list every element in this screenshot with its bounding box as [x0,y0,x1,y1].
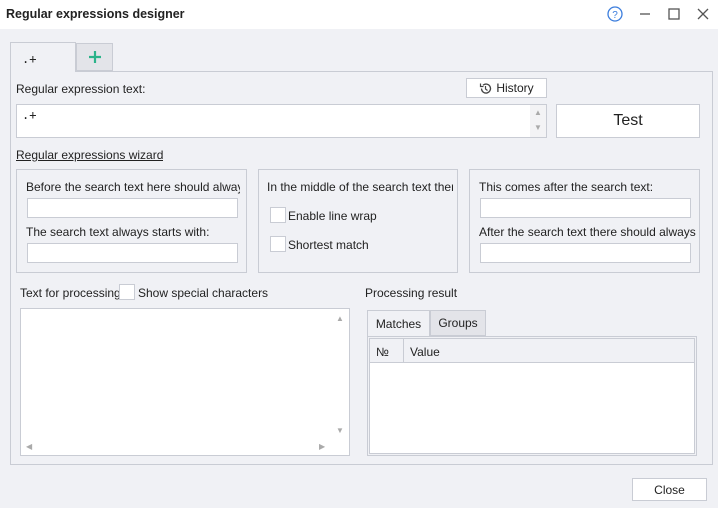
scroll-left-icon[interactable]: ◀ [26,442,32,451]
column-header-number[interactable]: № [370,339,404,362]
special-chars-label: Show special characters [138,286,269,300]
before-group: Before the search text here should alway… [16,169,247,273]
history-icon [480,82,492,94]
line-wrap-checkbox[interactable] [270,207,286,223]
before-input[interactable] [27,198,238,218]
starts-with-label: The search text always starts with: [26,225,210,239]
tab-matches-label: Matches [375,317,422,331]
regex-input[interactable]: .+ ▲ ▼ [16,104,547,138]
before-label: Before the search text here should alway… [26,180,240,194]
starts-with-input[interactable] [27,243,238,263]
tab-groups[interactable]: Groups [430,310,486,336]
line-wrap-label: Enable line wrap [288,209,377,223]
scroll-right-icon[interactable]: ▶ [319,442,325,451]
processing-textarea[interactable]: ▲ ▼ ◀ ▶ [20,308,350,456]
window-title: Regular expressions designer [6,7,185,21]
middle-label: In the middle of the search text there [267,180,453,194]
after-always-label: After the search text there should alway… [479,225,697,239]
close-icon[interactable] [692,4,714,24]
scroll-up-icon[interactable]: ▲ [336,314,344,323]
add-tab-button[interactable] [76,43,113,71]
tab-groups-label: Groups [438,316,478,330]
history-button[interactable]: History [466,78,547,98]
middle-group: In the middle of the search text there E… [258,169,458,273]
scroll-up-icon[interactable]: ▲ [534,108,542,117]
tab-matches[interactable]: Matches [367,310,430,337]
regex-value: .+ [22,108,37,122]
shortest-match-checkbox[interactable] [270,236,286,252]
tab-label: .+ [22,52,37,66]
tab-regex-1[interactable]: .+ [10,42,76,72]
plus-icon [88,51,101,63]
help-icon[interactable]: ? [604,4,626,24]
shortest-match-label: Shortest match [288,238,369,252]
history-label: History [496,81,534,95]
after-label: This comes after the search text: [479,180,654,194]
after-group: This comes after the search text: After … [469,169,700,273]
results-grid: № Value [367,336,697,456]
maximize-icon[interactable] [663,4,685,24]
table-header: № Value [370,339,694,363]
wizard-link[interactable]: Regular expressions wizard [16,148,163,162]
scroll-down-icon[interactable]: ▼ [534,123,542,132]
minimize-icon[interactable] [634,4,656,24]
regex-scrollbar[interactable]: ▲ ▼ [530,105,546,137]
result-label: Processing result [365,286,458,300]
regex-label: Regular expression text: [16,82,146,96]
test-button[interactable]: Test [556,104,700,138]
after-input[interactable] [480,198,691,218]
special-chars-checkbox[interactable] [119,284,135,300]
processing-label: Text for processing [20,286,121,300]
after-always-input[interactable] [480,243,691,263]
close-button[interactable]: Close [632,478,707,501]
results-table: № Value [369,338,695,454]
svg-text:?: ? [612,10,618,21]
column-header-value[interactable]: Value [410,345,440,359]
scroll-down-icon[interactable]: ▼ [336,426,344,435]
